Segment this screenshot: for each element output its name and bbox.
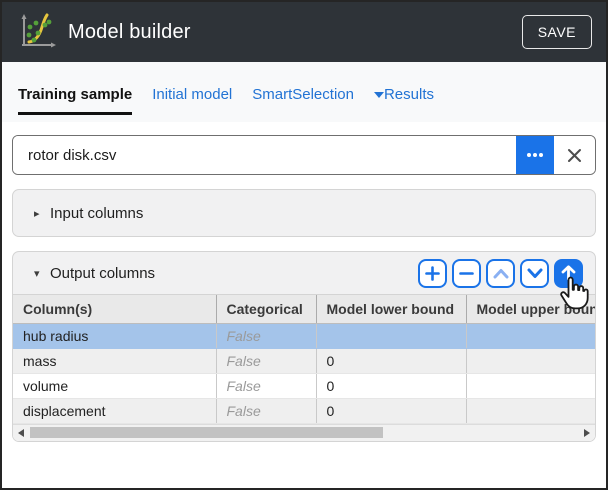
cell-lower-bound xyxy=(316,323,466,348)
chevron-up-icon xyxy=(493,268,509,279)
scroll-right-arrow-icon[interactable] xyxy=(584,429,590,437)
scrollbar-thumb[interactable] xyxy=(30,427,383,438)
cell-lower-bound: 0 xyxy=(316,398,466,423)
tab-bar: Training sample Initial model SmartSelec… xyxy=(2,62,606,122)
expander-expanded-icon: ▾ xyxy=(34,267,50,280)
cell-lower-bound: 0 xyxy=(316,348,466,373)
cell-upper-bound xyxy=(466,373,595,398)
column-header-upper-bound: Model upper bound xyxy=(466,295,595,323)
tab-training-sample[interactable]: Training sample xyxy=(18,86,132,115)
table-header-row: Column(s) Categorical Model lower bound … xyxy=(13,295,595,323)
titlebar: Model builder SAVE xyxy=(2,2,606,62)
cell-upper-bound xyxy=(466,323,595,348)
output-columns-panel: ▾ Output columns xyxy=(12,251,596,442)
cell-categorical: False xyxy=(216,323,316,348)
cell-categorical: False xyxy=(216,373,316,398)
output-columns-table: Column(s) Categorical Model lower bound … xyxy=(13,294,595,441)
expander-collapsed-icon: ▸ xyxy=(34,207,50,220)
column-header-categorical: Categorical xyxy=(216,295,316,323)
content-area: ▸ Input columns ▾ Output columns xyxy=(2,122,606,442)
tab-initial-model[interactable]: Initial model xyxy=(152,86,232,103)
table-row-volume[interactable]: volume False 0 xyxy=(13,373,595,398)
cell-upper-bound xyxy=(466,398,595,423)
cell-column-name: displacement xyxy=(13,398,216,423)
scrollbar-track[interactable] xyxy=(28,427,580,438)
move-down-button[interactable] xyxy=(520,259,549,288)
output-columns-label: Output columns xyxy=(50,265,155,282)
cell-column-name: volume xyxy=(13,373,216,398)
horizontal-scrollbar xyxy=(13,424,595,441)
add-row-button[interactable] xyxy=(418,259,447,288)
table-row-mass[interactable]: mass False 0 xyxy=(13,348,595,373)
column-header-lower-bound: Model lower bound xyxy=(316,295,466,323)
cell-column-name: mass xyxy=(13,348,216,373)
clear-file-button[interactable] xyxy=(554,136,595,174)
tab-results[interactable]: Results xyxy=(384,86,434,103)
ellipsis-icon xyxy=(526,152,544,158)
training-file-group xyxy=(12,135,596,175)
training-file-input[interactable] xyxy=(13,136,516,174)
cell-column-name: hub radius xyxy=(13,323,216,348)
column-header-columns: Column(s) xyxy=(13,295,216,323)
move-up-button[interactable] xyxy=(486,259,515,288)
input-columns-panel: ▸ Input columns xyxy=(12,189,596,237)
input-columns-header[interactable]: ▸ Input columns xyxy=(13,190,595,236)
page-title: Model builder xyxy=(68,21,522,44)
remove-row-button[interactable] xyxy=(452,259,481,288)
arrow-up-icon xyxy=(561,265,576,281)
output-columns-header[interactable]: ▾ Output columns xyxy=(13,252,595,294)
minus-icon xyxy=(459,266,474,281)
plus-icon xyxy=(425,266,440,281)
promote-to-input-button[interactable] xyxy=(554,259,583,288)
cell-categorical: False xyxy=(216,398,316,423)
scroll-left-arrow-icon[interactable] xyxy=(18,429,24,437)
browse-file-button[interactable] xyxy=(516,136,554,174)
model-builder-dialog: Model builder SAVE Training sample Initi… xyxy=(0,0,608,490)
save-button[interactable]: SAVE xyxy=(522,15,592,49)
cell-categorical: False xyxy=(216,348,316,373)
chevron-down-icon xyxy=(527,268,543,279)
scatter-curve-chart-icon xyxy=(16,12,58,52)
table-row-hub-radius[interactable]: hub radius False xyxy=(13,323,595,348)
cell-upper-bound xyxy=(466,348,595,373)
input-columns-label: Input columns xyxy=(50,205,143,222)
close-icon xyxy=(566,147,583,164)
table-row-displacement[interactable]: displacement False 0 xyxy=(13,398,595,423)
smartselection-dropdown-caret[interactable] xyxy=(374,86,384,104)
output-columns-toolbar xyxy=(418,259,583,288)
tab-smartselection[interactable]: SmartSelection xyxy=(252,86,354,103)
cell-lower-bound: 0 xyxy=(316,373,466,398)
chevron-down-icon xyxy=(374,92,384,98)
